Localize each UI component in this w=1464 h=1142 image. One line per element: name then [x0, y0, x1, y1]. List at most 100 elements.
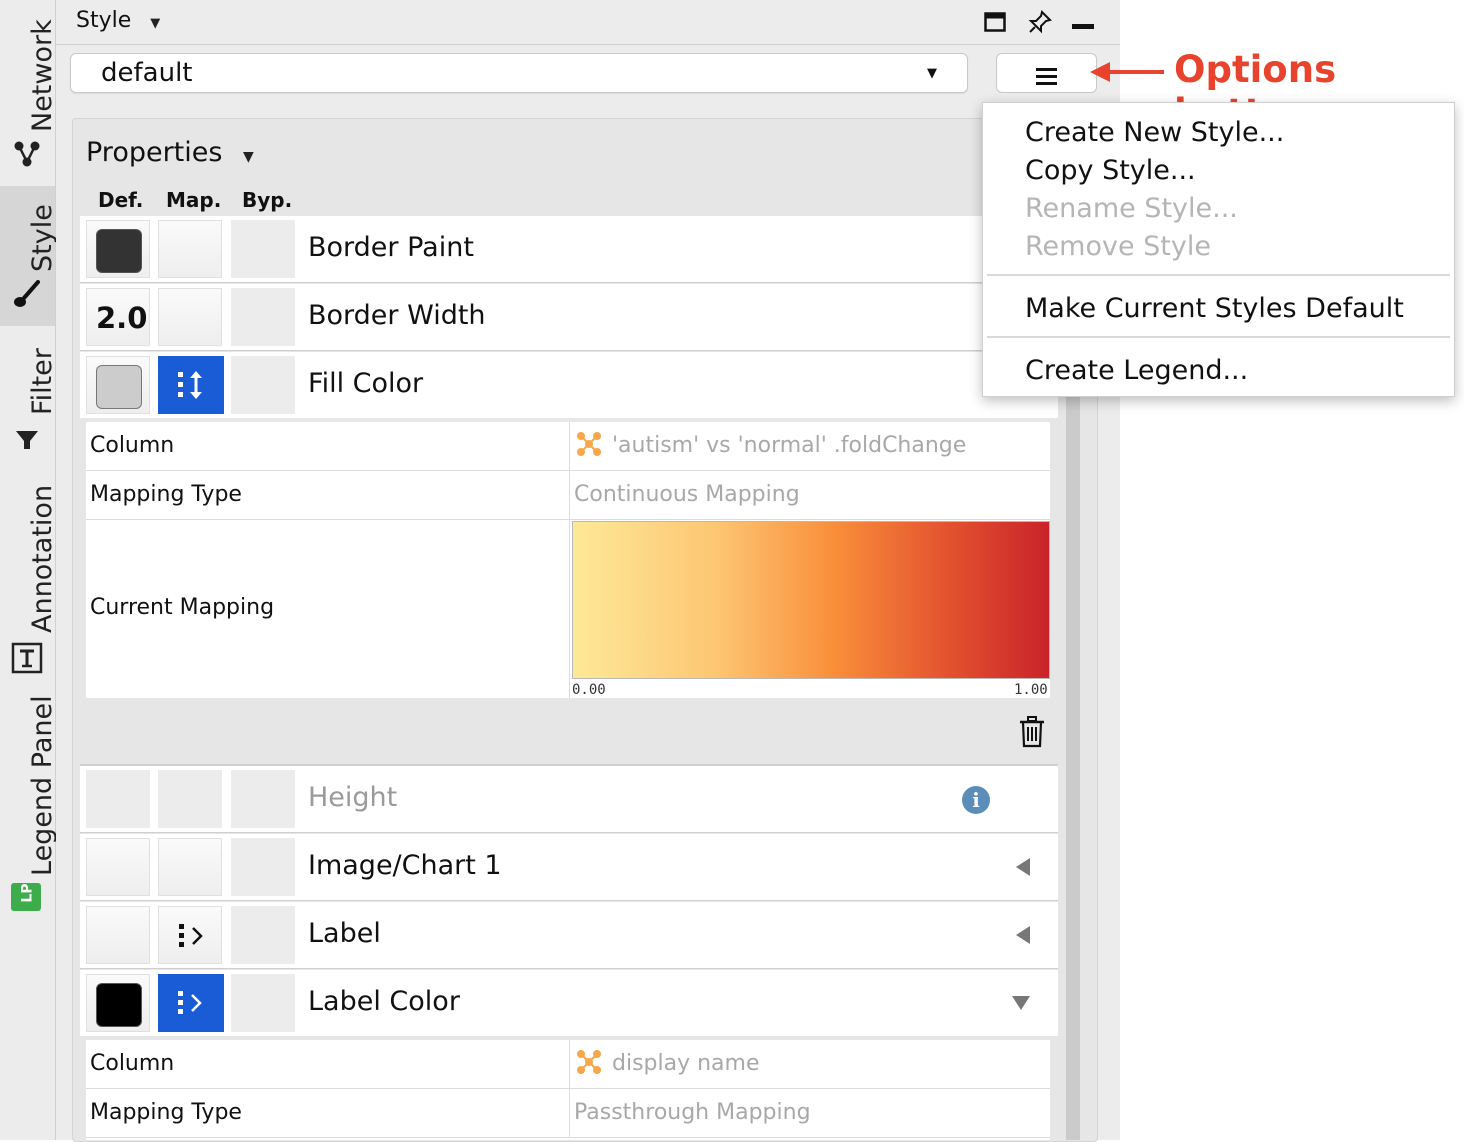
property-row-border-paint[interactable]: Border Paint — [80, 216, 1058, 283]
bypass-cell[interactable] — [231, 838, 295, 896]
default-value-cell[interactable] — [86, 356, 150, 414]
properties-header[interactable]: Properties ▼ — [86, 137, 254, 168]
mapping-column-text: 'autism' vs 'normal' .foldChange — [612, 433, 967, 458]
tab-filter[interactable]: Filter — [0, 327, 58, 467]
property-label: Border Paint — [308, 232, 474, 263]
style-select[interactable]: default ▼ — [70, 53, 968, 93]
property-row-height[interactable]: Height i — [80, 766, 1058, 833]
annotation-arrow-icon — [1090, 62, 1110, 82]
mapping-type-text: Continuous Mapping — [574, 482, 800, 507]
panel-title[interactable]: Style ▼ — [76, 8, 160, 33]
pin-icon[interactable] — [1028, 10, 1052, 34]
mapping-row-column[interactable]: Column 'autism' vs 'normal' .foldChange — [86, 422, 1050, 471]
mapping-cell[interactable] — [158, 220, 222, 278]
bypass-cell[interactable] — [231, 356, 295, 414]
bypass-cell[interactable] — [231, 220, 295, 278]
column-icon — [577, 432, 601, 456]
property-row-border-width[interactable]: 2.0 Border Width — [80, 284, 1058, 351]
scrollbar[interactable] — [1066, 395, 1080, 1140]
tab-style-label: Style — [27, 204, 58, 272]
property-row-image-chart[interactable]: Image/Chart 1 — [80, 834, 1058, 901]
menu-item-make-default[interactable]: Make Current Styles Default — [1025, 293, 1404, 324]
hamburger-menu-icon — [1036, 68, 1057, 89]
mapping-column-value[interactable]: display name — [569, 1040, 1050, 1088]
mapping-row-type[interactable]: Mapping Type Continuous Mapping — [86, 471, 1050, 520]
menu-item-copy-style[interactable]: Copy Style... — [1025, 155, 1196, 186]
color-swatch — [96, 229, 142, 273]
mapping-type-text: Passthrough Mapping — [574, 1100, 811, 1125]
column-icon — [577, 1050, 601, 1074]
info-icon[interactable]: i — [962, 786, 990, 814]
mapping-row-type[interactable]: Mapping Type Passthrough Mapping — [86, 1089, 1050, 1138]
gradient-min-label: 0.00 — [572, 682, 606, 698]
color-swatch — [96, 365, 142, 409]
options-menu: Create New Style... Copy Style... Rename… — [982, 102, 1455, 397]
mapping-row-label: Mapping Type — [90, 482, 242, 507]
tab-filter-label: Filter — [27, 348, 58, 415]
tab-legend-panel[interactable]: Legend Panel LP — [0, 690, 58, 920]
minimize-icon[interactable] — [1072, 24, 1094, 29]
trash-icon[interactable] — [1018, 716, 1046, 748]
mapping-column-value[interactable]: 'autism' vs 'normal' .foldChange — [569, 422, 1050, 470]
property-row-fill-color[interactable]: Fill Color — [80, 352, 1058, 418]
menu-item-rename-style: Rename Style... — [1025, 193, 1238, 224]
bypass-cell[interactable] — [231, 974, 295, 1032]
expand-left-icon[interactable] — [1016, 858, 1030, 876]
gradient-mapping-editor[interactable] — [572, 521, 1050, 679]
menu-item-create-legend[interactable]: Create Legend... — [1025, 355, 1248, 386]
chevron-down-icon: ▼ — [927, 66, 937, 81]
mapping-row-label: Current Mapping — [90, 595, 275, 620]
default-value-cell[interactable] — [86, 838, 150, 896]
tab-legend-panel-label: Legend Panel — [27, 695, 58, 876]
property-row-label[interactable]: Label — [80, 902, 1058, 969]
mapping-column-text: display name — [612, 1051, 760, 1076]
annotation-arrow-line — [1106, 70, 1164, 74]
mapping-type-value[interactable]: Continuous Mapping — [569, 471, 1050, 519]
mapping-row-label: Column — [90, 433, 175, 458]
col-header-byp: Byp. — [242, 188, 293, 212]
bypass-cell[interactable] — [231, 906, 295, 964]
collapse-down-icon[interactable] — [1012, 996, 1030, 1010]
property-label: Image/Chart 1 — [308, 850, 502, 881]
mapping-cell[interactable] — [158, 838, 222, 896]
caret-down-icon: ▼ — [243, 149, 254, 165]
mapping-cell[interactable] — [158, 906, 222, 964]
tab-network[interactable]: Network — [0, 0, 58, 185]
header-divider — [56, 44, 1120, 45]
expand-left-icon[interactable] — [1016, 926, 1030, 944]
mapping-cell[interactable] — [158, 288, 222, 346]
default-value-cell[interactable]: 2.0 — [86, 288, 150, 346]
property-row-label-color[interactable]: Label Color — [80, 970, 1058, 1036]
passthrough-mapping-icon[interactable] — [158, 974, 224, 1032]
property-label: Fill Color — [308, 368, 424, 399]
options-button[interactable] — [996, 53, 1097, 93]
continuous-mapping-icon[interactable] — [158, 356, 224, 414]
default-value-text: 2.0 — [96, 301, 148, 335]
default-value-cell[interactable] — [86, 220, 150, 278]
annotation-icon — [11, 642, 43, 674]
mapping-row-label: Mapping Type — [90, 1100, 242, 1125]
legend-badge-text: LP — [19, 883, 36, 903]
default-value-cell[interactable] — [86, 906, 150, 964]
mapping-cell — [158, 770, 222, 828]
tab-annotation[interactable]: Annotation — [0, 468, 58, 678]
mapping-row-column[interactable]: Column display name — [86, 1040, 1050, 1089]
legend-panel-icon: LP — [11, 883, 41, 911]
bypass-cell[interactable] — [231, 288, 295, 346]
property-label: Label Color — [308, 986, 460, 1017]
maximize-icon[interactable] — [984, 12, 1006, 32]
tab-style[interactable]: Style — [0, 186, 58, 326]
menu-item-create-new-style[interactable]: Create New Style... — [1025, 117, 1284, 148]
col-header-def: Def. — [98, 188, 144, 212]
menu-separator — [987, 336, 1450, 338]
mapping-row-label: Column — [90, 1051, 175, 1076]
default-value-cell[interactable] — [86, 974, 150, 1032]
style-select-value: default — [101, 58, 193, 88]
passthrough-mapping-icon — [179, 924, 203, 947]
mapping-type-value[interactable]: Passthrough Mapping — [569, 1089, 1050, 1137]
bypass-cell — [231, 770, 295, 828]
brush-icon — [14, 280, 40, 307]
menu-separator — [987, 274, 1450, 276]
menu-item-remove-style: Remove Style — [1025, 231, 1211, 262]
property-label: Label — [308, 918, 381, 949]
